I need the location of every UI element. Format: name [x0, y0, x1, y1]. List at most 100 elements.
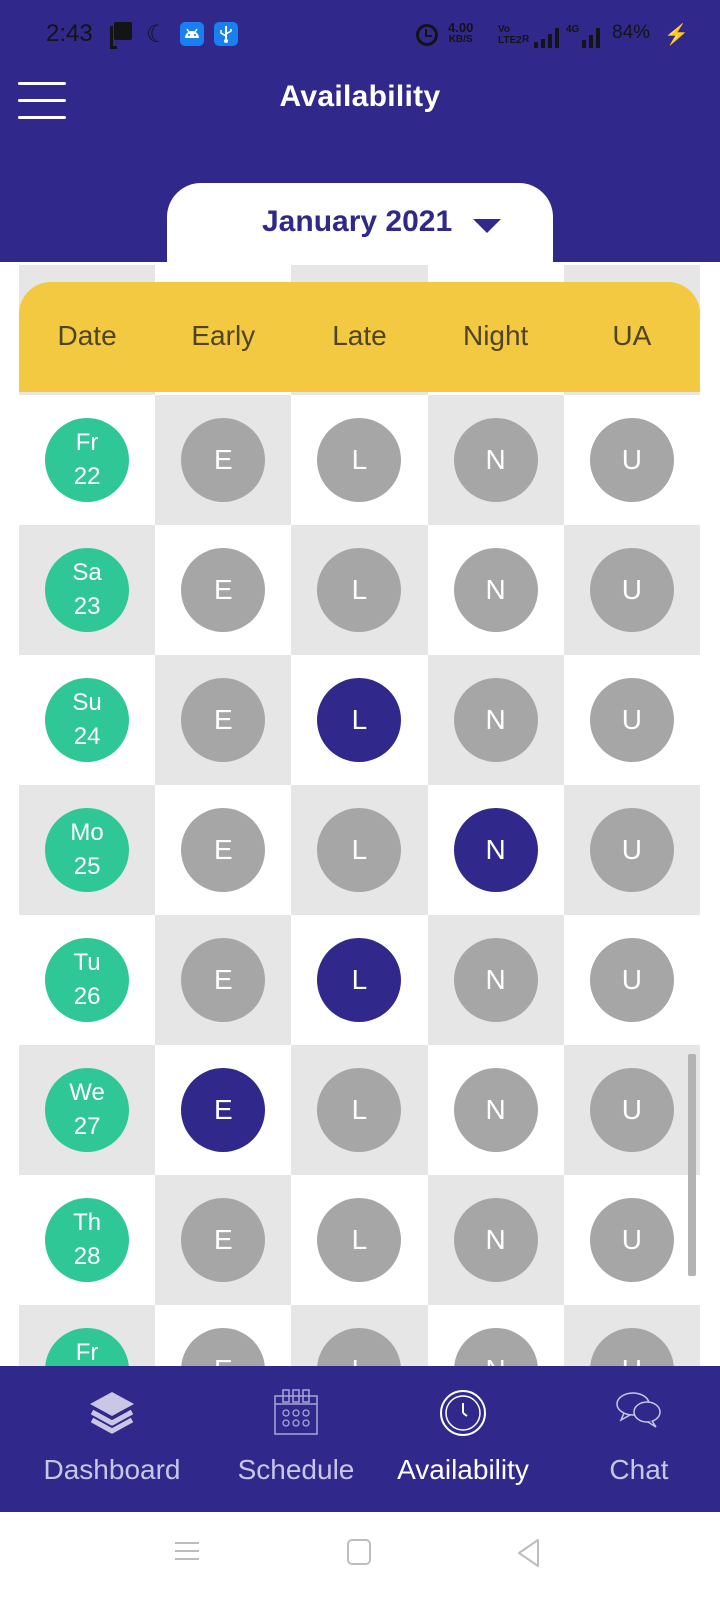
shift-toggle-night[interactable]: N	[453, 418, 538, 502]
shift-toggle-night[interactable]: N	[453, 678, 538, 762]
day-number: 23	[73, 593, 101, 620]
weekday-label: Su	[72, 689, 102, 716]
shift-cell-late: L	[291, 395, 428, 525]
date-cell: Mo 25	[19, 785, 156, 915]
home-icon[interactable]	[346, 1538, 372, 1571]
table-row: Mo 25 E L N U	[19, 785, 700, 915]
shift-toggle-early[interactable]: E	[181, 418, 266, 502]
shift-cell-night: N	[427, 395, 564, 525]
shift-cell-late: L	[291, 785, 428, 915]
layers-icon	[86, 1388, 138, 1439]
shift-toggle-ua[interactable]: U	[589, 418, 674, 502]
chat-bubbles-icon	[614, 1388, 664, 1439]
shift-toggle-night[interactable]: N	[453, 808, 538, 892]
shift-toggle-ua[interactable]: U	[589, 808, 674, 892]
day-number: 24	[73, 723, 101, 750]
shift-toggle-late[interactable]: L	[317, 1068, 402, 1152]
date-cell: Th 28	[19, 1175, 156, 1305]
shift-toggle-late[interactable]: L	[317, 678, 402, 762]
weekday-label: We	[69, 1079, 105, 1106]
date-cell: We 27	[19, 1045, 156, 1175]
scrollbar[interactable]	[688, 1054, 696, 1276]
shift-toggle-late[interactable]: L	[317, 938, 402, 1022]
shift-toggle-late[interactable]: L	[317, 548, 402, 632]
column-header-date: Date	[57, 320, 117, 351]
shift-toggle-early[interactable]: E	[181, 1068, 266, 1152]
day-number: 22	[73, 463, 101, 490]
nav-item-chat[interactable]: Chat	[558, 1366, 720, 1512]
table-row: Tu 26 E L N U	[19, 915, 700, 1045]
date-cell: Sa 23	[19, 525, 156, 655]
date-badge: Sa 23	[45, 548, 130, 632]
shift-toggle-early[interactable]: E	[181, 938, 266, 1022]
shift-cell-night: N	[427, 785, 564, 915]
shift-cell-early: E	[155, 1045, 292, 1175]
shift-toggle-early[interactable]: E	[181, 808, 266, 892]
shift-cell-night: N	[427, 1175, 564, 1305]
shift-cell-ua: U	[563, 1175, 700, 1305]
shift-cell-night: N	[427, 1045, 564, 1175]
table-row: Sa 23 E L N U	[19, 525, 700, 655]
nav-item-availability[interactable]: Availability	[368, 1366, 558, 1512]
shift-cell-ua: U	[563, 1045, 700, 1175]
date-badge: Th 28	[45, 1198, 130, 1282]
table-row: Fr 22 E L N U	[19, 395, 700, 525]
shift-toggle-late[interactable]: L	[317, 1198, 402, 1282]
system-navigation-bar	[0, 1512, 720, 1600]
shift-cell-early: E	[155, 915, 292, 1045]
shift-toggle-night[interactable]: N	[453, 1068, 538, 1152]
shift-toggle-late[interactable]: L	[317, 808, 402, 892]
shift-cell-early: E	[155, 785, 292, 915]
recents-icon[interactable]	[174, 1538, 200, 1569]
shift-toggle-ua[interactable]: U	[589, 1068, 674, 1152]
date-badge: Fr 22	[45, 418, 130, 502]
shift-cell-late: L	[291, 1045, 428, 1175]
weekday-label: Th	[73, 1209, 102, 1236]
weekday-label: Fr	[75, 1339, 99, 1366]
shift-toggle-late[interactable]: L	[317, 418, 402, 502]
shift-cell-ua: U	[563, 655, 700, 785]
shift-cell-late: L	[291, 1175, 428, 1305]
date-cell: Tu 26	[19, 915, 156, 1045]
shift-toggle-night[interactable]: N	[453, 938, 538, 1022]
date-cell: Fr 22	[19, 395, 156, 525]
calendar-icon	[272, 1388, 320, 1441]
shift-toggle-ua[interactable]: U	[589, 938, 674, 1022]
nav-label-dashboard: Dashboard	[43, 1454, 181, 1485]
shift-cell-night: N	[427, 525, 564, 655]
day-number: 27	[73, 1113, 101, 1140]
shift-cell-early: E	[155, 395, 292, 525]
back-icon[interactable]	[516, 1538, 542, 1573]
clock-icon	[438, 1388, 488, 1443]
shift-toggle-early[interactable]: E	[181, 548, 266, 632]
shift-toggle-ua[interactable]: U	[589, 548, 674, 632]
column-header-ua: UA	[612, 320, 652, 351]
shift-toggle-early[interactable]: E	[181, 1198, 266, 1282]
nav-label-schedule: Schedule	[237, 1454, 355, 1485]
table-row: Th 28 E L N U	[19, 1175, 700, 1305]
column-header-early: Early	[191, 320, 256, 351]
shift-cell-ua: U	[563, 525, 700, 655]
shift-toggle-ua[interactable]: U	[589, 678, 674, 762]
screen: 2:43 ☾ 4.00 KB/S Vo LTE2 R 4G 84% ⚡ Avai…	[0, 0, 720, 1600]
shift-cell-late: L	[291, 915, 428, 1045]
day-number: 28	[73, 1243, 101, 1270]
shift-toggle-early[interactable]: E	[181, 678, 266, 762]
shift-cell-late: L	[291, 525, 428, 655]
shift-toggle-night[interactable]: N	[453, 1198, 538, 1282]
table-header: Date Early Late Night UA	[19, 282, 700, 392]
date-badge: We 27	[45, 1068, 130, 1152]
day-number: 25	[73, 853, 101, 880]
shift-cell-ua: U	[563, 915, 700, 1045]
table-row: Su 24 E L N U	[19, 655, 700, 785]
shift-toggle-night[interactable]: N	[453, 548, 538, 632]
bottom-navigation: Dashboard Schedule Availability Chat	[0, 1366, 720, 1512]
date-badge: Su 24	[45, 678, 130, 762]
shift-cell-ua: U	[563, 395, 700, 525]
column-header-night: Night	[462, 320, 529, 351]
shift-toggle-ua[interactable]: U	[589, 1198, 674, 1282]
nav-item-schedule[interactable]: Schedule	[224, 1366, 368, 1512]
shift-cell-ua: U	[563, 785, 700, 915]
weekday-label: Tu	[73, 949, 101, 976]
nav-item-dashboard[interactable]: Dashboard	[0, 1366, 224, 1512]
